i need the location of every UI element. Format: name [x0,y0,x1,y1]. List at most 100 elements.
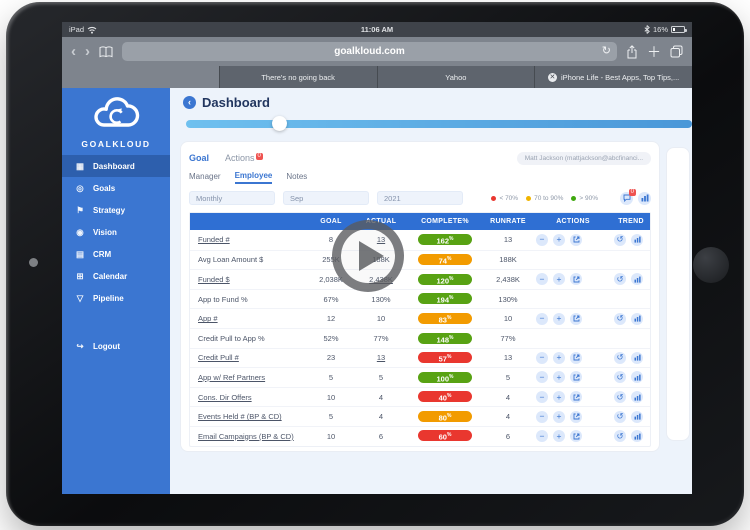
open-detail-button[interactable] [570,410,582,423]
trend-chart-button[interactable] [631,312,643,325]
status-time: 11:06 AM [360,25,394,34]
home-button[interactable] [693,247,729,283]
metric-label[interactable]: App w/ Ref Partners [190,373,308,382]
increment-button[interactable]: + [553,351,565,364]
open-external-icon [573,413,579,420]
open-detail-button[interactable] [570,312,582,325]
metric-label[interactable]: Funded # [190,235,308,244]
sidebar-item-pipeline[interactable]: ▽ Pipeline [62,287,170,309]
subtab-employee[interactable]: Employee [234,171,273,184]
browser-tab-0[interactable] [62,66,219,88]
history-button[interactable]: ↺ [614,391,626,404]
back-button[interactable]: ‹ [71,44,76,59]
tab-close-icon[interactable]: ✕ [547,72,557,82]
trend-chart-button[interactable] [631,273,643,286]
increment-button[interactable]: + [553,391,565,404]
progress-slider[interactable] [186,116,692,132]
browser-tab-1[interactable]: There's no going back [218,66,377,88]
user-account-pill[interactable]: Matt Jackson (mattjackson@abcfinanci... [516,151,651,165]
increment-button[interactable]: + [553,430,565,443]
tab-goal[interactable]: Goal [189,153,209,163]
metric-label[interactable]: Events Held # (BP & CD) [190,412,308,421]
metric-label[interactable]: Funded $ [190,275,308,284]
status-bar: iPad 11:06 AM 16% [62,22,692,37]
sidebar-item-goals[interactable]: ◎ Goals [62,177,170,199]
open-detail-button[interactable] [570,391,582,404]
history-button[interactable]: ↺ [614,351,626,364]
chart-view-button[interactable] [638,191,651,205]
actual-value: 10 [376,314,386,324]
increment-button[interactable]: + [553,233,565,246]
decrement-button[interactable]: − [536,233,548,246]
metric-label[interactable]: Cons. Dir Offers [190,393,308,402]
trend-chart-button[interactable] [631,351,643,364]
history-button[interactable]: ↺ [614,371,626,384]
metric-label[interactable]: App # [190,314,308,323]
tab-actions[interactable]: Actions 0 [225,153,263,163]
vision-icon: ◉ [76,226,84,237]
sidebar-item-label: CRM [93,249,112,259]
browser-tab-3[interactable]: ✕ iPhone Life - Best Apps, Top Tips,... [534,66,692,88]
history-button[interactable]: ↺ [614,312,626,325]
history-button[interactable]: ↺ [614,233,626,246]
address-bar[interactable]: goalkloud.com ↻ [122,42,617,61]
metric-label[interactable]: Email Campaigns (BP & CD) [190,432,308,441]
comments-button[interactable]: 0 [620,188,636,205]
table-row: App #12 10 83% 10− + ↺ [190,308,650,328]
trend-chart-button[interactable] [631,233,643,246]
subtab-manager[interactable]: Manager [189,172,221,183]
open-detail-button[interactable] [570,430,582,443]
increment-button[interactable]: + [553,371,565,384]
actual-value[interactable]: 13 [354,353,408,362]
sidebar-item-dashboard[interactable]: ▦ Dashboard [62,155,170,177]
sidebar-item-logout[interactable]: ↪ Logout [62,335,170,357]
tabs-icon[interactable] [670,45,683,58]
decrement-button[interactable]: − [536,391,548,404]
filter-select-0[interactable]: Monthly [189,191,275,205]
decrement-button[interactable]: − [536,312,548,325]
trend-chart-button[interactable] [631,371,643,384]
decrement-button[interactable]: − [536,371,548,384]
new-tab-icon[interactable]: ＋ [647,45,661,59]
increment-button[interactable]: + [553,273,565,286]
browser-tab-label: Yahoo [445,72,467,82]
sidebar-item-strategy[interactable]: ⚑ Strategy [62,199,170,221]
video-play-button[interactable] [332,220,404,292]
filter-select-2[interactable]: 2021 [377,191,463,205]
trend-chart-button[interactable] [631,410,643,423]
forward-button[interactable]: › [85,44,90,59]
filter-select-1[interactable]: Sep [283,191,369,205]
increment-button[interactable]: + [553,312,565,325]
share-icon[interactable] [626,44,638,59]
page-back-button[interactable]: ‹ [183,96,196,109]
trend-chart-button[interactable] [631,391,643,404]
decrement-button[interactable]: − [536,410,548,423]
reload-icon[interactable]: ↻ [602,46,611,57]
decrement-button[interactable]: − [536,351,548,364]
subtab-notes[interactable]: Notes [286,172,307,183]
open-detail-button[interactable] [570,351,582,364]
sidebar-item-label: Vision [93,227,117,237]
header-trend: TREND [618,218,644,225]
history-button[interactable]: ↺ [614,273,626,286]
history-button[interactable]: ↺ [614,430,626,443]
increment-button[interactable]: + [553,410,565,423]
decrement-button[interactable]: − [536,273,548,286]
actions-cell: − + [534,273,612,286]
sidebar-item-crm[interactable]: ▤ CRM [62,243,170,265]
history-button[interactable]: ↺ [614,410,626,423]
browser-tab-2[interactable]: Yahoo [376,66,535,88]
open-detail-button[interactable] [570,371,582,384]
open-detail-button[interactable] [570,273,582,286]
trend-chart-button[interactable] [631,430,643,443]
slider-handle[interactable] [272,116,288,131]
sidebar-item-calendar[interactable]: ⊞ Calendar [62,265,170,287]
screen: iPad 11:06 AM 16% ‹ › goalkloud.com ↻ ＋ … [62,22,692,494]
decrement-button[interactable]: − [536,430,548,443]
table-row: Events Held # (BP & CD) 5 4 80% 4− + ↺ [190,406,650,426]
bookmarks-icon[interactable] [99,45,113,58]
metric-label: Credit Pull to App % [198,333,265,343]
sidebar-item-vision[interactable]: ◉ Vision [62,221,170,243]
open-detail-button[interactable] [570,233,582,246]
metric-label[interactable]: Credit Pull # [190,353,308,362]
